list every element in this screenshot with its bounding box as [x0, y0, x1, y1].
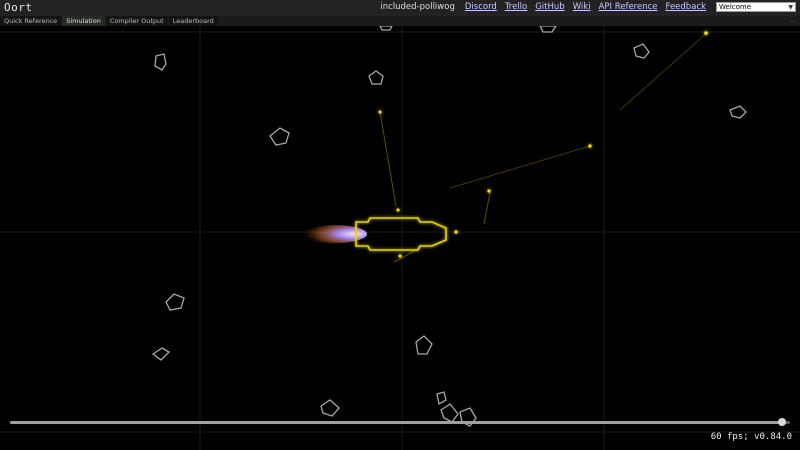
- app-title: Oort: [4, 1, 33, 14]
- tab-label: Compiler Output: [109, 17, 164, 25]
- bullet: [588, 144, 592, 148]
- username: included-polliwog: [380, 2, 455, 12]
- trello-link[interactable]: Trello: [505, 2, 527, 12]
- tab-label: Quick Reference: [4, 17, 58, 25]
- api-reference-link[interactable]: API Reference: [599, 2, 658, 12]
- discord-link[interactable]: Discord: [465, 2, 497, 12]
- chevron-down-icon: ▼: [788, 3, 793, 11]
- bullet: [396, 208, 400, 212]
- ellipsis-icon[interactable]: ···: [790, 19, 800, 26]
- bullet: [487, 189, 491, 193]
- bullet: [454, 230, 458, 234]
- tab-quick-reference[interactable]: Quick Reference: [0, 16, 62, 26]
- wiki-link[interactable]: Wiki: [573, 2, 591, 12]
- header-right: included-polliwog Discord Trello GitHub …: [380, 2, 796, 12]
- top-header: Oort included-polliwog Discord Trello Gi…: [0, 0, 800, 16]
- tab-label: Leaderboard: [172, 17, 214, 25]
- tab-leaderboard[interactable]: Leaderboard: [168, 16, 218, 26]
- timeline-progress: [10, 421, 783, 424]
- tab-compiler-output[interactable]: Compiler Output: [105, 16, 168, 26]
- tab-bar: Quick Reference Simulation Compiler Outp…: [0, 16, 800, 26]
- feedback-link[interactable]: Feedback: [666, 2, 706, 12]
- fps-version-status: 60 fps; v0.84.0: [710, 432, 792, 442]
- simulation-background: [0, 26, 800, 450]
- playback-timeline[interactable]: [10, 418, 790, 426]
- tab-label: Simulation: [66, 17, 101, 25]
- bullet: [704, 31, 708, 35]
- tab-simulation[interactable]: Simulation: [62, 16, 105, 26]
- engine-exhaust: [303, 225, 367, 243]
- github-link[interactable]: GitHub: [535, 2, 564, 12]
- oort-app: Oort included-polliwog Discord Trello Gi…: [0, 0, 800, 450]
- simulation-canvas[interactable]: [0, 26, 800, 450]
- scenario-select[interactable]: Welcome ▼: [716, 2, 796, 12]
- scenario-select-value: Welcome: [719, 3, 752, 11]
- bullet: [398, 254, 402, 258]
- bullet: [378, 110, 382, 114]
